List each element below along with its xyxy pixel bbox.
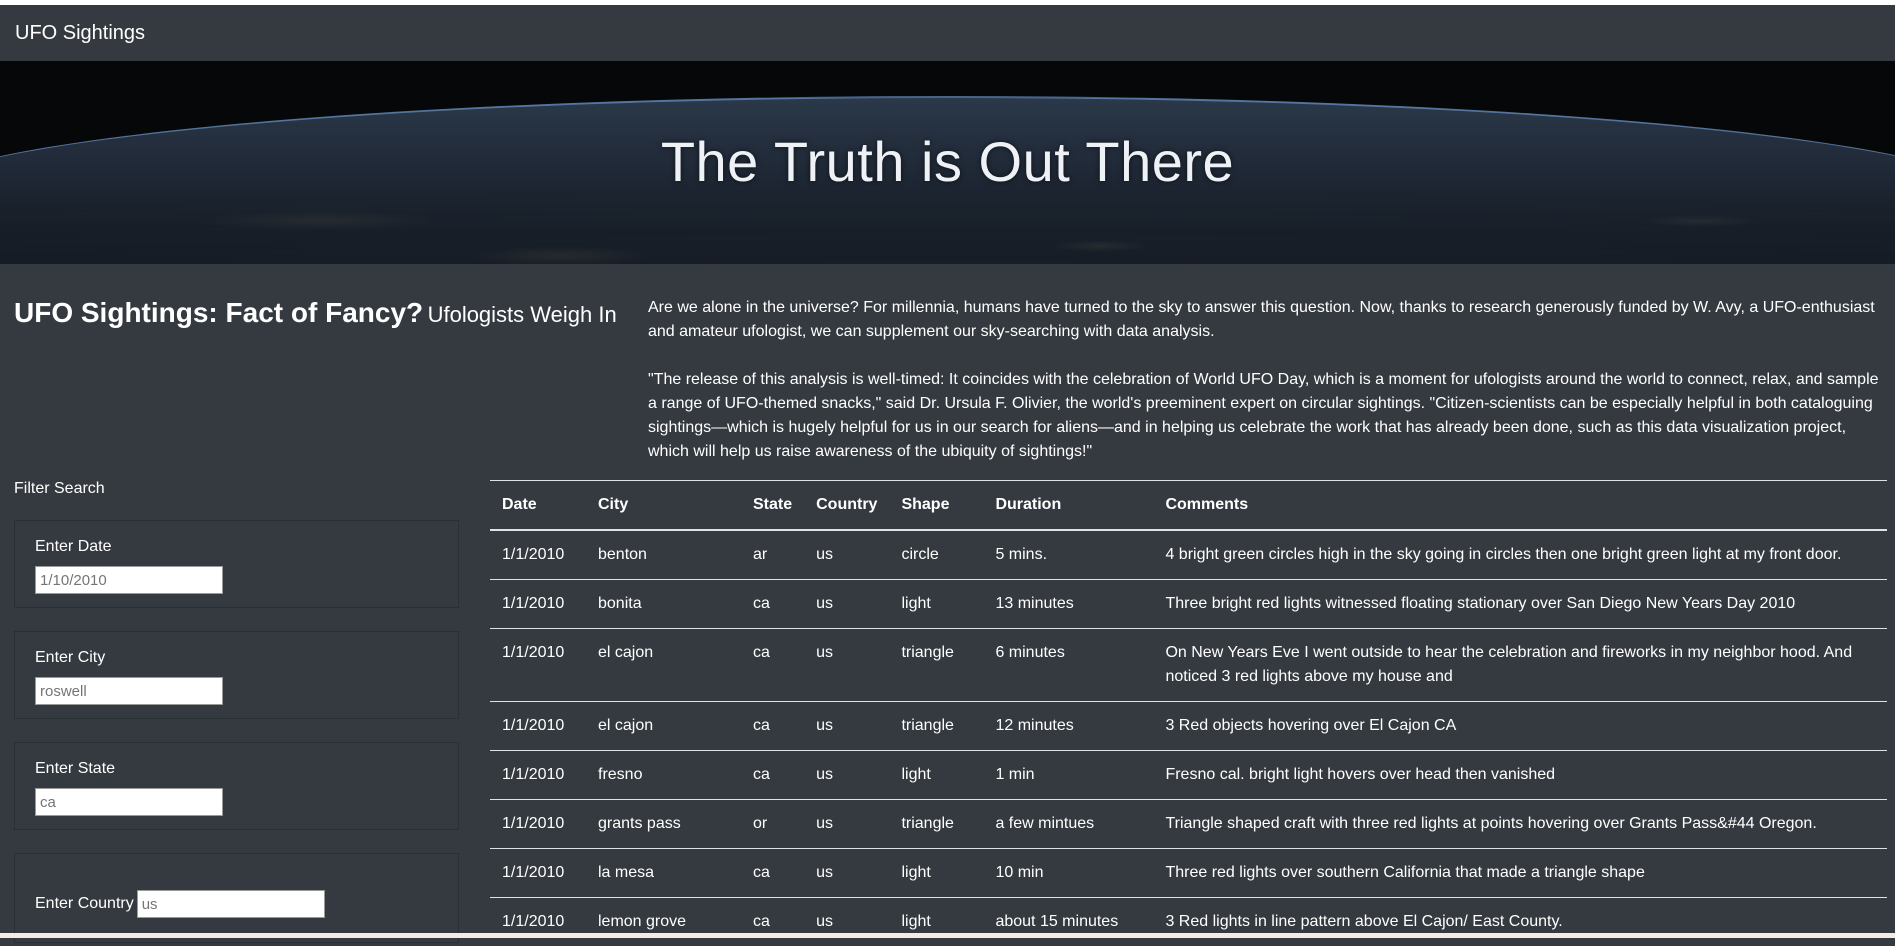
cell-duration: a few mintues — [983, 800, 1153, 849]
city-filter-input[interactable] — [35, 677, 223, 705]
cell-duration: 1 min — [983, 751, 1153, 800]
cell-comments: Three red lights over southern Californi… — [1153, 849, 1887, 898]
cell-shape: triangle — [889, 629, 983, 702]
cell-city: fresno — [586, 751, 741, 800]
table-row: 1/1/2010 lemon grove ca us light about 1… — [490, 898, 1887, 946]
cell-duration: about 15 minutes — [983, 898, 1153, 946]
cell-shape: light — [889, 849, 983, 898]
cell-city: el cajon — [586, 702, 741, 751]
date-filter-group: Enter Date — [14, 520, 459, 608]
cell-comments: 3 Red lights in line pattern above El Ca… — [1153, 898, 1887, 946]
cell-country: us — [804, 898, 889, 946]
cell-state: ca — [741, 702, 804, 751]
cell-date: 1/1/2010 — [490, 800, 586, 849]
table-row: 1/1/2010 bonita ca us light 13 minutes T… — [490, 580, 1887, 629]
column-header-state: State — [741, 481, 804, 531]
hero-banner: The Truth is Out There — [0, 61, 1895, 264]
article-intro: Are we alone in the universe? For millen… — [648, 296, 1888, 488]
city-filter-label: Enter City — [35, 649, 105, 667]
cell-date: 1/1/2010 — [490, 580, 586, 629]
column-header-date: Date — [490, 481, 586, 531]
cell-state: or — [741, 800, 804, 849]
article-heading: UFO Sightings: Fact of Fancy? Ufologists… — [14, 297, 617, 329]
state-filter-group: Enter State — [14, 742, 459, 830]
cell-country: us — [804, 702, 889, 751]
cell-shape: light — [889, 751, 983, 800]
cell-shape: light — [889, 580, 983, 629]
column-header-country: Country — [804, 481, 889, 531]
cell-state: ca — [741, 898, 804, 946]
cell-state: ar — [741, 530, 804, 580]
cell-date: 1/1/2010 — [490, 898, 586, 946]
cell-city: lemon grove — [586, 898, 741, 946]
cell-shape: light — [889, 898, 983, 946]
cell-date: 1/1/2010 — [490, 702, 586, 751]
cell-state: ca — [741, 629, 804, 702]
column-header-shape: Shape — [889, 481, 983, 531]
intro-quote-paragraph: "The release of this analysis is well-ti… — [648, 368, 1888, 464]
table-header-row: Date City State Country Shape Duration C… — [490, 481, 1887, 531]
cell-comments: 4 bright green circles high in the sky g… — [1153, 530, 1887, 580]
column-header-comments: Comments — [1153, 481, 1887, 531]
bottom-border — [0, 933, 1895, 938]
table-row: 1/1/2010 fresno ca us light 1 min Fresno… — [490, 751, 1887, 800]
navbar-brand-link[interactable]: UFO Sightings — [15, 22, 145, 45]
cell-duration: 13 minutes — [983, 580, 1153, 629]
cell-date: 1/1/2010 — [490, 849, 586, 898]
cell-country: us — [804, 629, 889, 702]
hero-title: The Truth is Out There — [0, 129, 1895, 194]
intro-paragraph: Are we alone in the universe? For millen… — [648, 296, 1888, 344]
date-filter-label: Enter Date — [35, 538, 111, 556]
cell-comments: Fresno cal. bright light hovers over hea… — [1153, 751, 1887, 800]
state-filter-input[interactable] — [35, 788, 223, 816]
cell-comments: Triangle shaped craft with three red lig… — [1153, 800, 1887, 849]
city-filter-group: Enter City — [14, 631, 459, 719]
cell-date: 1/1/2010 — [490, 530, 586, 580]
country-filter-group: Enter Country — [14, 853, 459, 943]
filter-search-title: Filter Search — [14, 480, 105, 498]
article-subtitle: Ufologists Weigh In — [428, 302, 617, 327]
country-filter-label: Enter Country — [35, 895, 134, 913]
navbar: UFO Sightings — [0, 5, 1895, 61]
table-row: 1/1/2010 la mesa ca us light 10 min Thre… — [490, 849, 1887, 898]
cell-city: benton — [586, 530, 741, 580]
cell-city: la mesa — [586, 849, 741, 898]
country-filter-input[interactable] — [137, 890, 325, 918]
cell-country: us — [804, 800, 889, 849]
state-filter-label: Enter State — [35, 760, 115, 778]
table-row: 1/1/2010 el cajon ca us triangle 6 minut… — [490, 629, 1887, 702]
table-row: 1/1/2010 el cajon ca us triangle 12 minu… — [490, 702, 1887, 751]
cell-state: ca — [741, 751, 804, 800]
column-header-city: City — [586, 481, 741, 531]
column-header-duration: Duration — [983, 481, 1153, 531]
cell-comments: 3 Red objects hovering over El Cajon CA — [1153, 702, 1887, 751]
cell-duration: 10 min — [983, 849, 1153, 898]
cell-state: ca — [741, 849, 804, 898]
cell-country: us — [804, 751, 889, 800]
cell-country: us — [804, 849, 889, 898]
country-filter-row: Enter Country — [35, 890, 325, 918]
article-title: UFO Sightings: Fact of Fancy? — [14, 297, 423, 328]
sightings-table: Date City State Country Shape Duration C… — [490, 480, 1887, 946]
cell-shape: triangle — [889, 800, 983, 849]
cell-comments: Three bright red lights witnessed floati… — [1153, 580, 1887, 629]
cell-date: 1/1/2010 — [490, 629, 586, 702]
cell-shape: circle — [889, 530, 983, 580]
cell-shape: triangle — [889, 702, 983, 751]
cell-duration: 6 minutes — [983, 629, 1153, 702]
table-row: 1/1/2010 grants pass or us triangle a fe… — [490, 800, 1887, 849]
cell-city: grants pass — [586, 800, 741, 849]
cell-country: us — [804, 530, 889, 580]
cell-comments: On New Years Eve I went outside to hear … — [1153, 629, 1887, 702]
cell-date: 1/1/2010 — [490, 751, 586, 800]
table-row: 1/1/2010 benton ar us circle 5 mins. 4 b… — [490, 530, 1887, 580]
cell-state: ca — [741, 580, 804, 629]
cell-city: el cajon — [586, 629, 741, 702]
cell-city: bonita — [586, 580, 741, 629]
date-filter-input[interactable] — [35, 566, 223, 594]
cell-duration: 12 minutes — [983, 702, 1153, 751]
cell-duration: 5 mins. — [983, 530, 1153, 580]
cell-country: us — [804, 580, 889, 629]
